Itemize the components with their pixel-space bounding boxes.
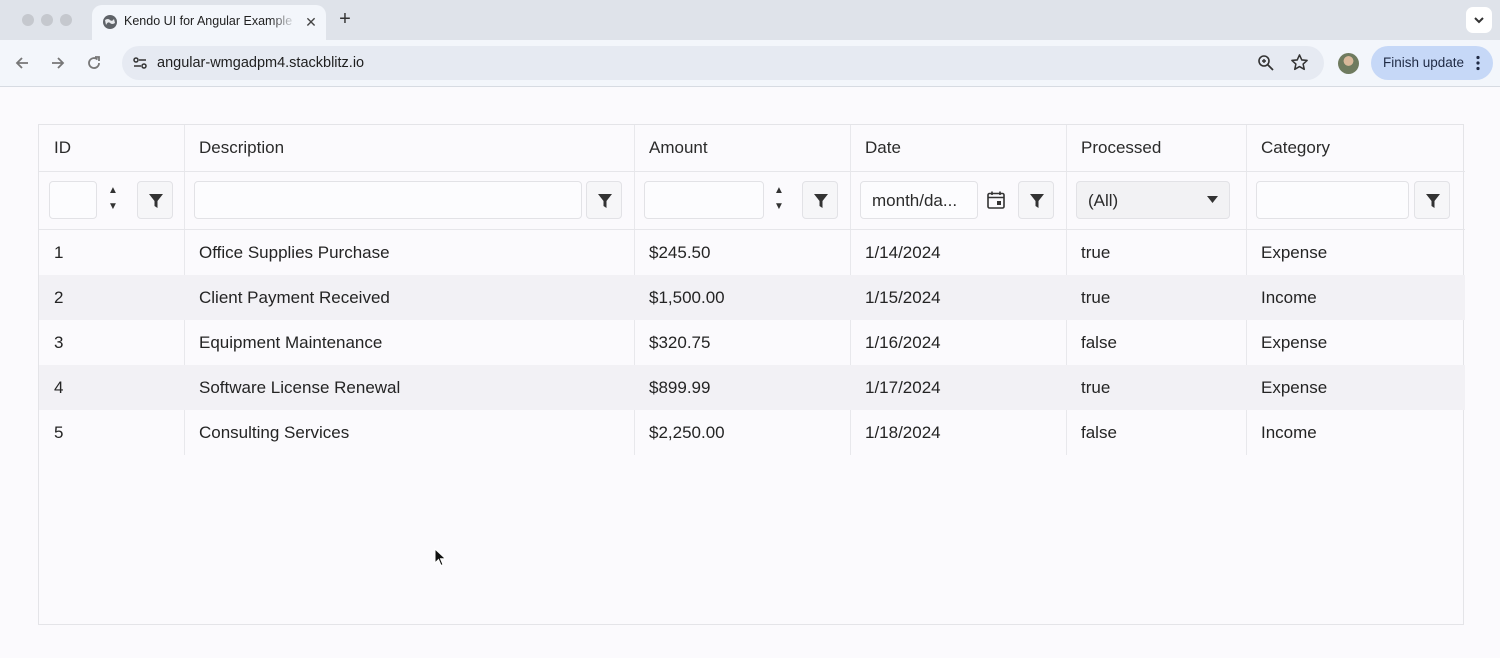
back-icon[interactable]: [13, 54, 31, 72]
kebab-icon: [1476, 55, 1480, 71]
filter-icon: [149, 194, 163, 208]
close-icon[interactable]: ✕: [302, 13, 320, 31]
cell-id: 5: [54, 423, 64, 442]
category-filter-input[interactable]: [1256, 181, 1409, 219]
cell-description: Office Supplies Purchase: [199, 243, 390, 262]
date-filter-placeholder: month/da...: [872, 191, 958, 210]
cell-id: 4: [54, 378, 64, 397]
cell-category: Expense: [1261, 333, 1328, 352]
processed-selected-value: (All): [1088, 191, 1119, 210]
filter-icon: [598, 194, 612, 208]
caret-down-icon: [1207, 196, 1218, 203]
table-row[interactable]: 3 Equipment Maintenance $320.75 1/16/202…: [39, 320, 1465, 365]
cell-date: 1/15/2024: [865, 288, 941, 307]
avatar[interactable]: [1338, 53, 1359, 74]
mouse-cursor-icon: [434, 548, 447, 567]
cell-date: 1/17/2024: [865, 378, 941, 397]
grid-filter-row: ▲ ▼ ▲ ▼ month/da... (All): [39, 172, 1465, 230]
spin-up-icon[interactable]: ▲: [108, 185, 118, 196]
minimize-window-button[interactable]: [41, 14, 53, 26]
amount-filter-input[interactable]: [644, 181, 764, 219]
cell-date: 1/18/2024: [865, 423, 941, 442]
cell-description: Consulting Services: [199, 423, 350, 442]
id-spinner[interactable]: ▲ ▼: [97, 181, 131, 219]
zoom-icon[interactable]: [1257, 54, 1275, 72]
column-header-date[interactable]: Date: [865, 138, 901, 158]
filter-icon: [1426, 194, 1440, 208]
tab-strip: Kendo UI for Angular Example ✕ +: [0, 0, 1500, 40]
table-row[interactable]: 2 Client Payment Received $1,500.00 1/15…: [39, 275, 1465, 320]
calendar-icon[interactable]: [986, 190, 1006, 210]
cell-category: Expense: [1261, 378, 1328, 397]
finish-update-button[interactable]: Finish update: [1371, 46, 1493, 80]
amount-filter-button[interactable]: [802, 181, 838, 219]
grid-header-row: ID Description Amount Date Processed Cat…: [39, 125, 1465, 172]
cell-amount: $245.50: [649, 243, 711, 262]
cell-amount: $1,500.00: [649, 288, 725, 307]
column-header-category[interactable]: Category: [1261, 138, 1330, 158]
tab-title: Kendo UI for Angular Example: [124, 14, 293, 28]
cell-processed: true: [1081, 378, 1111, 397]
column-header-id[interactable]: ID: [54, 138, 71, 158]
filter-icon: [1030, 194, 1044, 208]
star-icon[interactable]: [1290, 53, 1309, 72]
cell-date: 1/16/2024: [865, 333, 941, 352]
cell-id: 3: [54, 333, 64, 352]
cell-amount: $2,250.00: [649, 423, 725, 442]
cell-processed: false: [1081, 423, 1117, 442]
url-text: angular-wmgadpm4.stackblitz.io: [157, 55, 365, 71]
description-filter-button[interactable]: [586, 181, 622, 219]
cell-description: Software License Renewal: [199, 378, 401, 397]
cell-category: Income: [1261, 423, 1317, 442]
data-grid: ID Description Amount Date Processed Cat…: [38, 124, 1465, 625]
category-filter-button[interactable]: [1414, 181, 1450, 219]
site-settings-icon[interactable]: [131, 54, 149, 72]
finish-update-label: Finish update: [1383, 55, 1465, 70]
cell-id: 2: [54, 288, 64, 307]
cell-processed: false: [1081, 333, 1117, 352]
cell-description: Equipment Maintenance: [199, 333, 383, 352]
table-row[interactable]: 1 Office Supplies Purchase $245.50 1/14/…: [39, 230, 1465, 275]
reload-icon[interactable]: [85, 54, 103, 72]
cell-id: 1: [54, 243, 64, 262]
address-bar[interactable]: angular-wmgadpm4.stackblitz.io: [122, 46, 1324, 80]
spin-down-icon[interactable]: ▼: [108, 201, 118, 212]
forward-icon[interactable]: [49, 54, 67, 72]
spin-down-icon[interactable]: ▼: [774, 201, 784, 212]
column-header-description[interactable]: Description: [199, 138, 284, 158]
cell-amount: $899.99: [649, 378, 711, 397]
globe-icon: [103, 15, 117, 29]
column-header-processed[interactable]: Processed: [1081, 138, 1161, 158]
tab-search-button[interactable]: [1466, 7, 1492, 33]
id-filter-button[interactable]: [137, 181, 173, 219]
cell-processed: true: [1081, 288, 1111, 307]
processed-dropdown[interactable]: (All): [1076, 181, 1230, 219]
table-row[interactable]: 5 Consulting Services $2,250.00 1/18/202…: [39, 410, 1465, 455]
cell-date: 1/14/2024: [865, 243, 941, 262]
browser-toolbar: angular-wmgadpm4.stackblitz.io Finish up…: [0, 40, 1500, 87]
column-header-amount[interactable]: Amount: [649, 138, 708, 158]
filter-icon: [814, 194, 828, 208]
amount-spinner[interactable]: ▲ ▼: [763, 181, 797, 219]
chevron-down-icon: [1474, 17, 1484, 24]
close-window-button[interactable]: [22, 14, 34, 26]
cell-processed: true: [1081, 243, 1111, 262]
cell-category: Income: [1261, 288, 1317, 307]
active-tab[interactable]: Kendo UI for Angular Example ✕: [92, 5, 326, 40]
maximize-window-button[interactable]: [60, 14, 72, 26]
date-filter-button[interactable]: [1018, 181, 1054, 219]
description-filter-input[interactable]: [194, 181, 582, 219]
table-row[interactable]: 4 Software License Renewal $899.99 1/17/…: [39, 365, 1465, 410]
spin-up-icon[interactable]: ▲: [774, 185, 784, 196]
cell-category: Expense: [1261, 243, 1328, 262]
date-filter-input[interactable]: month/da...: [860, 181, 978, 219]
cell-description: Client Payment Received: [199, 288, 390, 307]
id-filter-input[interactable]: [49, 181, 97, 219]
plus-icon[interactable]: +: [334, 8, 356, 30]
cell-amount: $320.75: [649, 333, 711, 352]
